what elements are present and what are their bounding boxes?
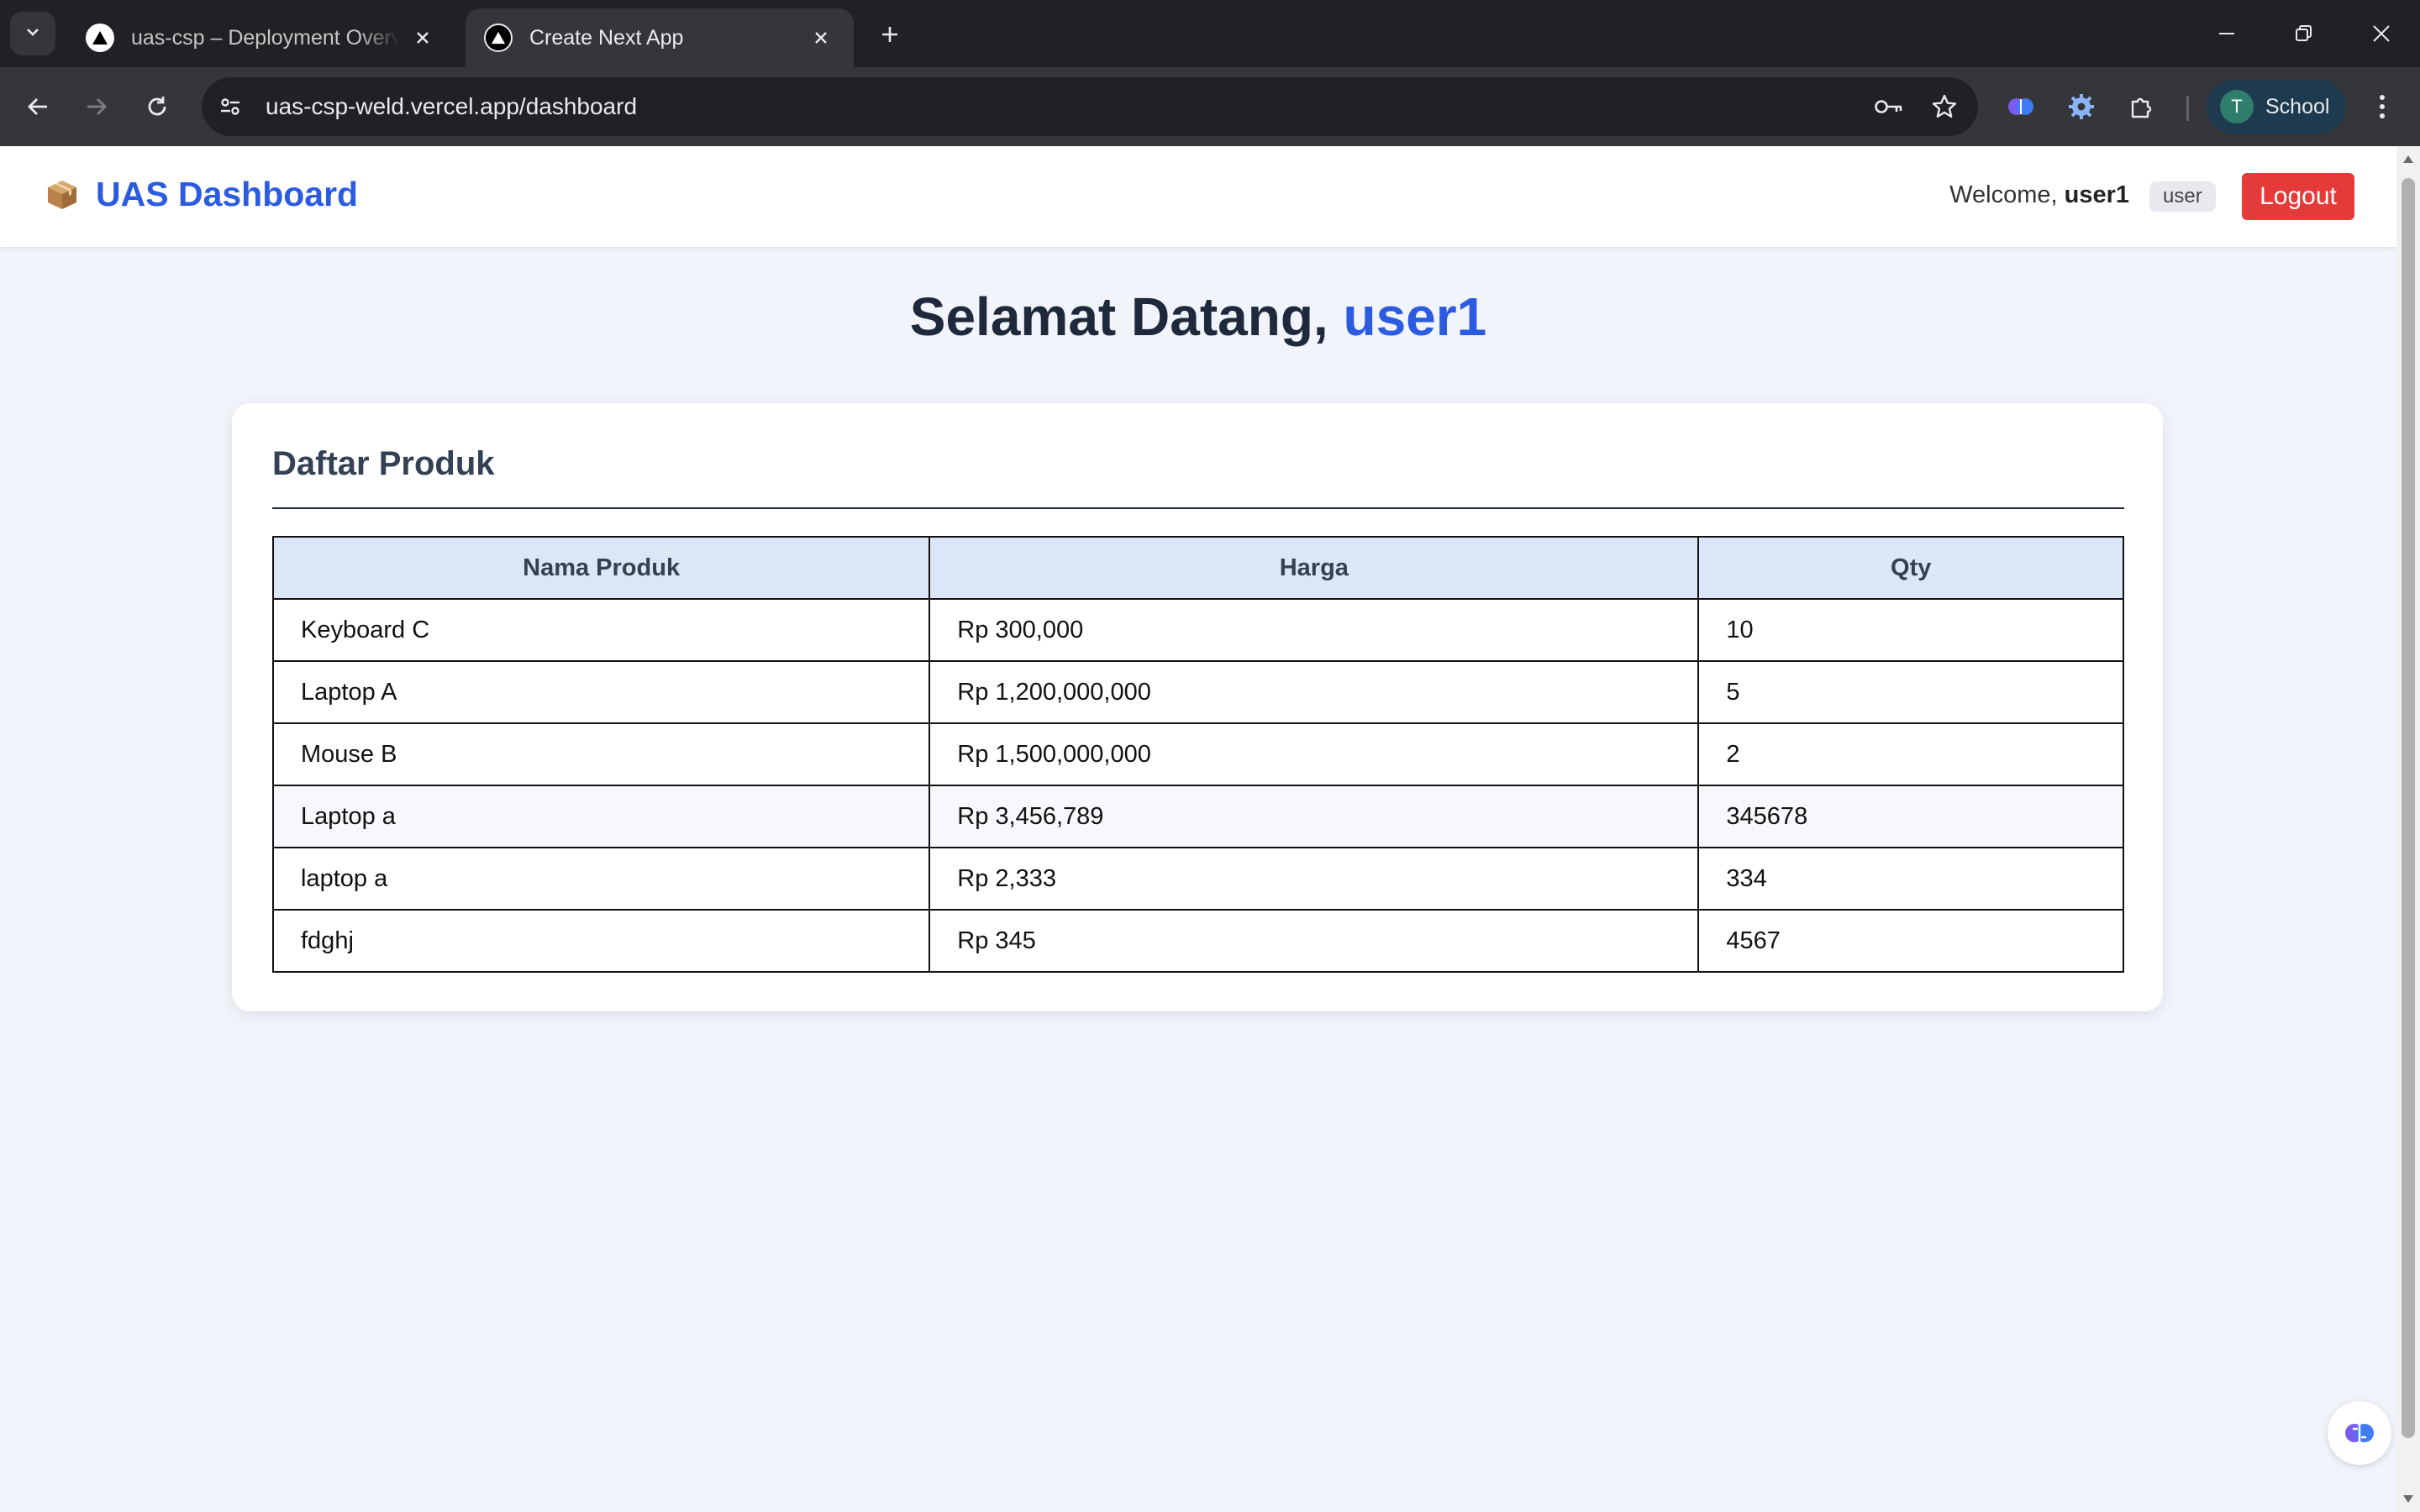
cell-product-name: Laptop A	[271, 660, 931, 724]
bookmark-star-icon[interactable]	[1923, 85, 1966, 129]
cell-product-name: laptop a	[271, 847, 931, 911]
new-tab-button[interactable]	[871, 15, 909, 54]
cell-product-name: Laptop a	[271, 785, 931, 848]
profile-label: School	[2265, 94, 2330, 118]
site-info-icon[interactable]	[210, 87, 250, 127]
browser-toolbar: uas-csp-weld.vercel.app/dashboard T Scho…	[0, 67, 2420, 146]
column-header-price: Harga	[929, 536, 1700, 600]
cell-price: Rp 2,333	[929, 847, 1700, 911]
cell-qty: 10	[1697, 598, 2124, 662]
address-bar[interactable]: uas-csp-weld.vercel.app/dashboard	[202, 77, 1978, 136]
table-row: Keyboard C Rp 300,000 10	[271, 598, 2124, 662]
page-viewport: UAS Dashboard Welcome, user1 user Logout…	[0, 146, 2420, 1512]
product-card: Daftar Produk Nama Produk Harga Qty Keyb…	[232, 403, 2163, 1011]
close-icon	[2373, 25, 2390, 42]
table-header-row: Nama Produk Harga Qty	[271, 536, 2124, 600]
back-button[interactable]	[17, 86, 59, 128]
tab-create-next-app[interactable]: Create Next App	[466, 8, 854, 67]
table-row: laptop a Rp 2,333 334	[271, 847, 2124, 911]
brand-title: UAS Dashboard	[96, 175, 359, 213]
close-tab-icon[interactable]	[807, 24, 835, 52]
scrollbar-thumb[interactable]	[2402, 178, 2415, 1438]
restore-icon	[2296, 25, 2312, 41]
cell-product-name: fdghj	[271, 909, 931, 973]
cell-price: Rp 1,500,000,000	[929, 722, 1700, 786]
role-badge: user	[2149, 181, 2216, 212]
cell-qty: 2	[1697, 722, 2124, 786]
close-tab-icon[interactable]	[408, 24, 437, 52]
cell-price: Rp 345	[929, 909, 1700, 973]
more-vertical-icon	[2380, 95, 2385, 118]
arrow-right-icon	[87, 98, 107, 115]
minimize-icon	[2219, 33, 2234, 34]
cell-price: Rp 300,000	[929, 598, 1700, 662]
tab-title: uas-csp – Deployment Overview	[131, 25, 400, 50]
app-header: UAS Dashboard Welcome, user1 user Logout	[0, 146, 2396, 247]
scroll-up-icon	[2403, 155, 2413, 163]
card-title: Daftar Produk	[272, 445, 495, 482]
ai-assistant-button[interactable]	[2328, 1401, 2391, 1465]
vercel-favicon-icon	[484, 24, 513, 52]
minimize-window-button[interactable]	[2188, 0, 2265, 67]
forward-button[interactable]	[76, 86, 118, 128]
settings-extension-icon[interactable]	[2060, 86, 2102, 128]
ai-brain-icon	[2345, 1424, 2374, 1442]
cell-qty: 334	[1697, 847, 2124, 911]
tab-search-button[interactable]	[10, 12, 55, 55]
toolbar-divider	[2186, 96, 2189, 121]
welcome-prefix: Welcome,	[1949, 181, 2065, 208]
tab-deployment-overview[interactable]: uas-csp – Deployment Overview	[67, 8, 455, 67]
cell-product-name: Keyboard C	[271, 598, 931, 662]
welcome-text: Welcome, user1	[1949, 181, 2129, 209]
plus-icon	[882, 27, 897, 42]
browser-tabstrip: uas-csp – Deployment Overview Create Nex…	[0, 0, 2420, 67]
greeting-prefix: Selamat Datang,	[909, 286, 1344, 347]
welcome-username: user1	[2064, 181, 2129, 208]
tab-title: Create Next App	[529, 25, 684, 50]
package-icon	[45, 178, 79, 212]
brand[interactable]: UAS Dashboard	[45, 175, 358, 214]
greeting-username: user1	[1343, 286, 1487, 347]
product-table: Nama Produk Harga Qty Keyboard C Rp 300,…	[271, 536, 2124, 973]
vercel-favicon-icon	[86, 24, 114, 52]
chevron-down-icon	[24, 24, 41, 45]
table-row: Laptop a Rp 3,456,789 345678	[271, 785, 2124, 848]
title-divider	[272, 507, 2124, 509]
cell-product-name: Mouse B	[271, 722, 931, 786]
table-row: Mouse B Rp 1,500,000,000 2	[271, 722, 2124, 786]
page-scrollbar[interactable]	[2396, 146, 2420, 1512]
reload-button[interactable]	[136, 86, 178, 128]
column-header-qty: Qty	[1697, 536, 2124, 600]
cell-price: Rp 3,456,789	[929, 785, 1700, 848]
profile-button[interactable]: T School	[2207, 80, 2346, 134]
reload-icon	[148, 97, 166, 116]
logout-button[interactable]: Logout	[2242, 173, 2354, 220]
cell-qty: 5	[1697, 660, 2124, 724]
arrow-left-icon	[28, 98, 47, 115]
table-row: fdghj Rp 345 4567	[271, 909, 2124, 973]
ai-brain-extension-icon[interactable]	[2000, 86, 2042, 128]
avatar: T	[2220, 90, 2254, 123]
cell-qty: 4567	[1697, 909, 2124, 973]
cell-qty: 345678	[1697, 785, 2124, 848]
password-key-icon[interactable]	[1867, 85, 1911, 129]
extensions-puzzle-icon[interactable]	[2121, 86, 2163, 128]
table-row: Laptop A Rp 1,200,000,000 5	[271, 660, 2124, 724]
browser-menu-button[interactable]	[2361, 86, 2403, 128]
close-window-button[interactable]	[2343, 0, 2420, 67]
page-title: Selamat Datang, user1	[0, 286, 2396, 348]
url-text: uas-csp-weld.vercel.app/dashboard	[266, 93, 638, 119]
restore-window-button[interactable]	[2265, 0, 2343, 67]
cell-price: Rp 1,200,000,000	[929, 660, 1700, 724]
scroll-down-icon	[2403, 1495, 2413, 1503]
column-header-name: Nama Produk	[271, 536, 931, 600]
